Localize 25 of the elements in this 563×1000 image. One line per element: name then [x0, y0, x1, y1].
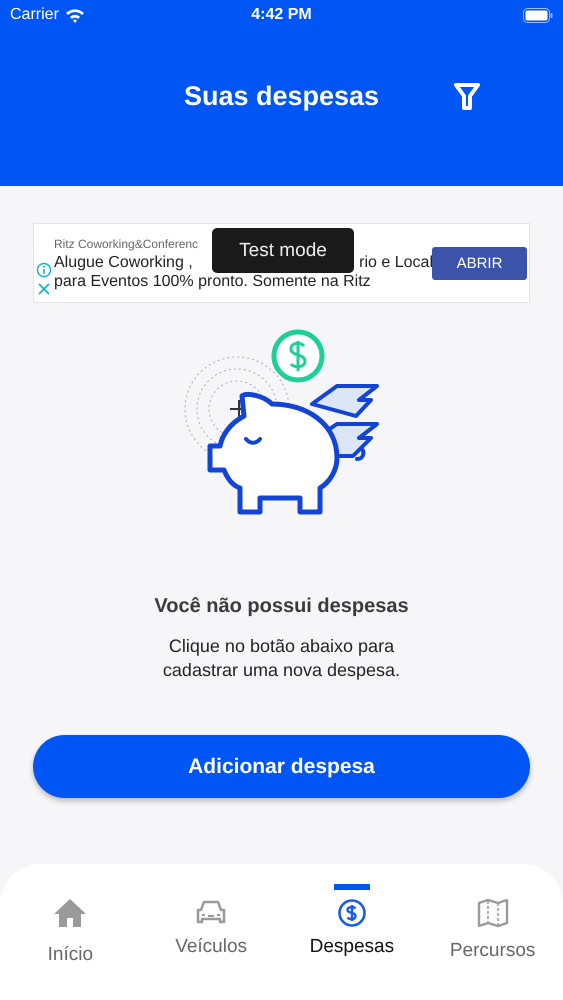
ad-headline: Alugue Coworking ,: [54, 254, 193, 272]
map-icon: [476, 899, 509, 927]
tab[interactable]: Veículos: [140, 864, 282, 1000]
empty-state-message: Clique no botão abaixo para cadastrar uma nova despesa.: [162, 635, 402, 682]
home-icon: [53, 898, 88, 928]
ad-headline: rio e Local: [359, 254, 433, 272]
info-icon[interactable]: [36, 262, 52, 278]
add-expense-button[interactable]: Adicionar despesa: [33, 735, 530, 798]
battery-icon: [523, 8, 553, 22]
wifi-icon: [64, 8, 85, 22]
selected-indicator: [334, 884, 370, 890]
status-time: 4:42 PM: [251, 6, 312, 23]
page-title: Suas despesas: [184, 80, 380, 113]
test-mode-toast: Test mode: [212, 228, 354, 273]
close-icon[interactable]: [36, 281, 52, 297]
dollar-icon: [336, 898, 367, 928]
empty-state-title: Você não possui despesas: [154, 595, 409, 618]
open-button[interactable]: ABRIR: [432, 247, 527, 280]
tab[interactable]: Início: [0, 864, 141, 1000]
car-icon: [196, 900, 226, 926]
ad-text: para Eventos 100% pronto. Somente na Ritz: [54, 273, 371, 290]
tab[interactable]: Despesas: [282, 864, 422, 1000]
advertiser-name: Ritz Coworking&Conferenc: [54, 237, 198, 251]
tab[interactable]: Percursos: [422, 864, 563, 1000]
carrier-name: Carrier: [10, 6, 59, 24]
